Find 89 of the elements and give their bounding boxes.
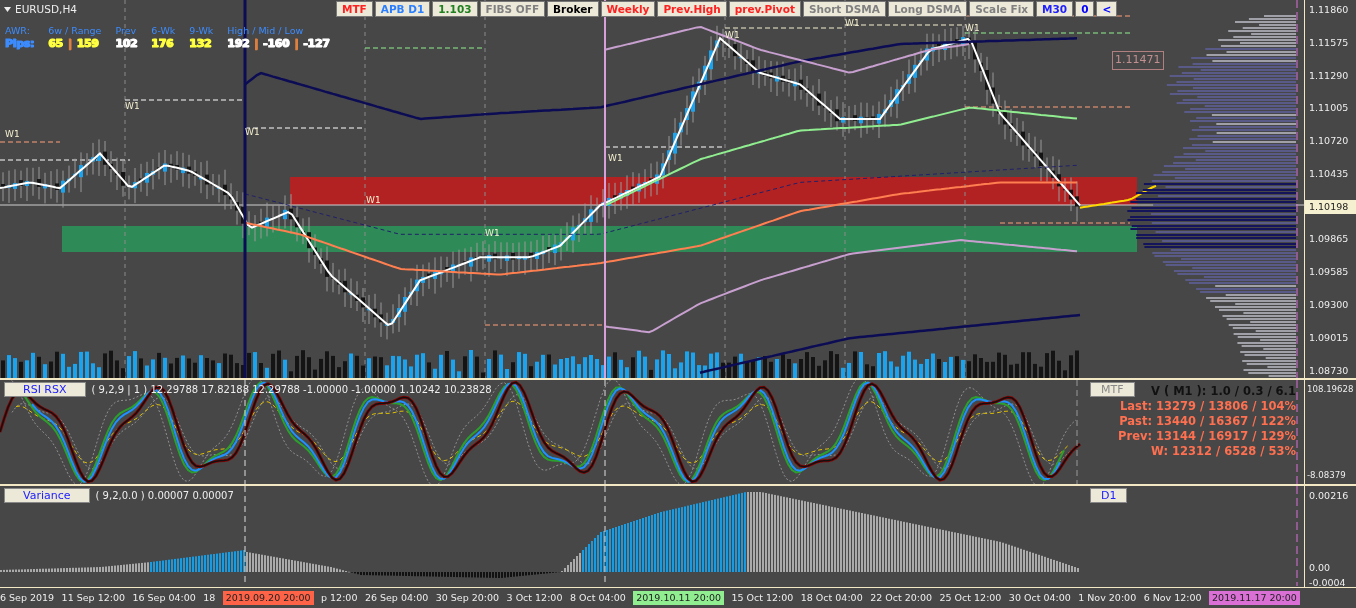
time-tick: 25 Oct 12:00 [939,590,1002,605]
axis-tick: -8.08379 [1307,469,1347,482]
time-tick: 15 Oct 12:00 [731,590,794,605]
indicator-value: 102 [115,37,138,49]
price-label: 1.11471 [1112,51,1164,70]
week-label: W1 [965,22,980,35]
price-tick: 1.09300 [1309,298,1350,313]
indicator-label: High / Mid / Low [227,25,305,37]
stats-line: W: 12312 / 6528 / 53% [1150,444,1296,459]
time-tick: 30 Oct 04:00 [1008,590,1071,605]
stats-line: Prev: 13144 / 16917 / 129% [1118,429,1296,444]
toolbar-button[interactable]: 0 [1075,1,1095,17]
toolbar-button[interactable]: APB D1 [374,1,431,17]
toolbar-button[interactable]: Short DSMA [802,1,886,17]
week-label: W1 [485,227,500,240]
price-tick: 1.09015 [1309,330,1350,345]
time-tick: 22 Oct 20:00 [870,590,933,605]
indicator-value: | [254,37,259,49]
toolbar-button[interactable]: prev.Pivot [728,1,801,17]
time-tick: 6 Nov 12:00 [1143,590,1202,605]
price-tick: 1.11005 [1309,101,1350,116]
indicator-label: 9-Wk [189,25,214,37]
toolbar-button[interactable]: < [1096,1,1118,17]
time-tick: p 12:00 [321,590,358,605]
price-tick: 1.09865 [1309,232,1350,247]
price-tick: 1.09585 [1309,265,1350,280]
toolbar-button[interactable]: 1.103 [432,1,478,17]
price-tick: 1.10720 [1309,134,1350,149]
price-tick: 1.11860 [1309,3,1350,17]
time-tick: 1 Nov 20:00 [1078,590,1137,605]
price-tick: 1.11290 [1309,68,1350,83]
indicator-label: 6w / Range [48,25,102,37]
toolbar-button[interactable]: FIBS OFF [479,1,546,17]
current-price-label: 1.10198 [1305,199,1356,214]
time-tick: 18 Oct 04:00 [800,590,863,605]
indicator-value: | [294,37,299,49]
indicator-value: 176 [151,37,174,49]
week-label: W1 [245,126,260,139]
indicator-value: | [67,37,72,49]
toolbar-button[interactable]: Weekly [600,1,656,17]
axis-tick: 0.00216 [1309,489,1350,503]
price-tick: 1.10435 [1309,166,1350,181]
week-label: W1 [5,128,20,141]
time-tick: 26 Sep 04:00 [364,590,429,605]
time-tick: 18 [203,590,216,605]
stats-line: Past: 13440 / 16367 / 122% [1118,414,1296,429]
toolbar-button[interactable]: MTF [336,1,373,17]
indicator-value: -160 [263,37,290,49]
price-tick: 1.08730 [1309,363,1350,378]
time-tick: 3 Oct 12:00 [506,590,563,605]
indicator-name-button[interactable]: Variance [4,488,90,503]
week-label: W1 [366,194,381,207]
indicator-value: 65 [48,37,63,49]
toolbar-button[interactable]: M30 [1036,1,1074,17]
stats-line: Last: 13279 / 13806 / 104% [1119,399,1296,414]
dropdown-triangle-icon[interactable] [4,7,11,13]
indicator-value: -127 [303,37,330,49]
time-tick: 6 Sep 2019 [0,590,55,605]
indicator-value: Pips: [5,37,35,49]
timeframe-button[interactable]: MTF [1090,382,1135,397]
toolbar-button[interactable]: Scale Fix [969,1,1035,17]
axis-tick: -0.0004 [1309,575,1347,590]
week-label: W1 [608,152,623,165]
time-tick: 16 Sep 04:00 [132,590,196,605]
time-marker-label: 2019.10.11 20:00 [633,590,724,606]
indicator-value: 159 [76,37,99,49]
price-tick: 1.11575 [1309,35,1350,50]
time-marker-label: 2019.09.20 20:00 [222,590,314,606]
time-tick: 11 Sep 12:00 [61,590,125,605]
indicator-params: ( 9,2,0.0 ) 0.00007 0.00007 [95,489,234,503]
time-marker-label: 2019.11.17 20:00 [1209,590,1300,606]
time-tick: 8 Oct 04:00 [569,590,626,605]
symbol-label: EURUSD,H4 [15,2,77,17]
axis-tick: 108.19628 [1307,383,1355,396]
indicator-label: 6-Wk [151,25,176,37]
indicator-value: 132 [189,37,212,49]
indicator-label: AWR: [5,25,31,37]
axis-tick: 0.00 [1309,561,1332,576]
toolbar-button[interactable]: Broker [547,1,599,17]
indicator-name-button[interactable]: RSI RSX [4,382,86,397]
week-label: W1 [725,29,740,42]
time-tick: 30 Sep 20:00 [435,590,500,605]
toolbar-button[interactable]: Long DSMA [887,1,968,17]
toolbar-button[interactable]: Prev.High [657,1,727,17]
indicator-value: 192 [227,37,250,49]
indicator-label: Prev [115,25,138,37]
week-label: W1 [845,17,860,30]
week-label: W1 [125,100,140,113]
timeframe-button[interactable]: D1 [1090,488,1128,503]
